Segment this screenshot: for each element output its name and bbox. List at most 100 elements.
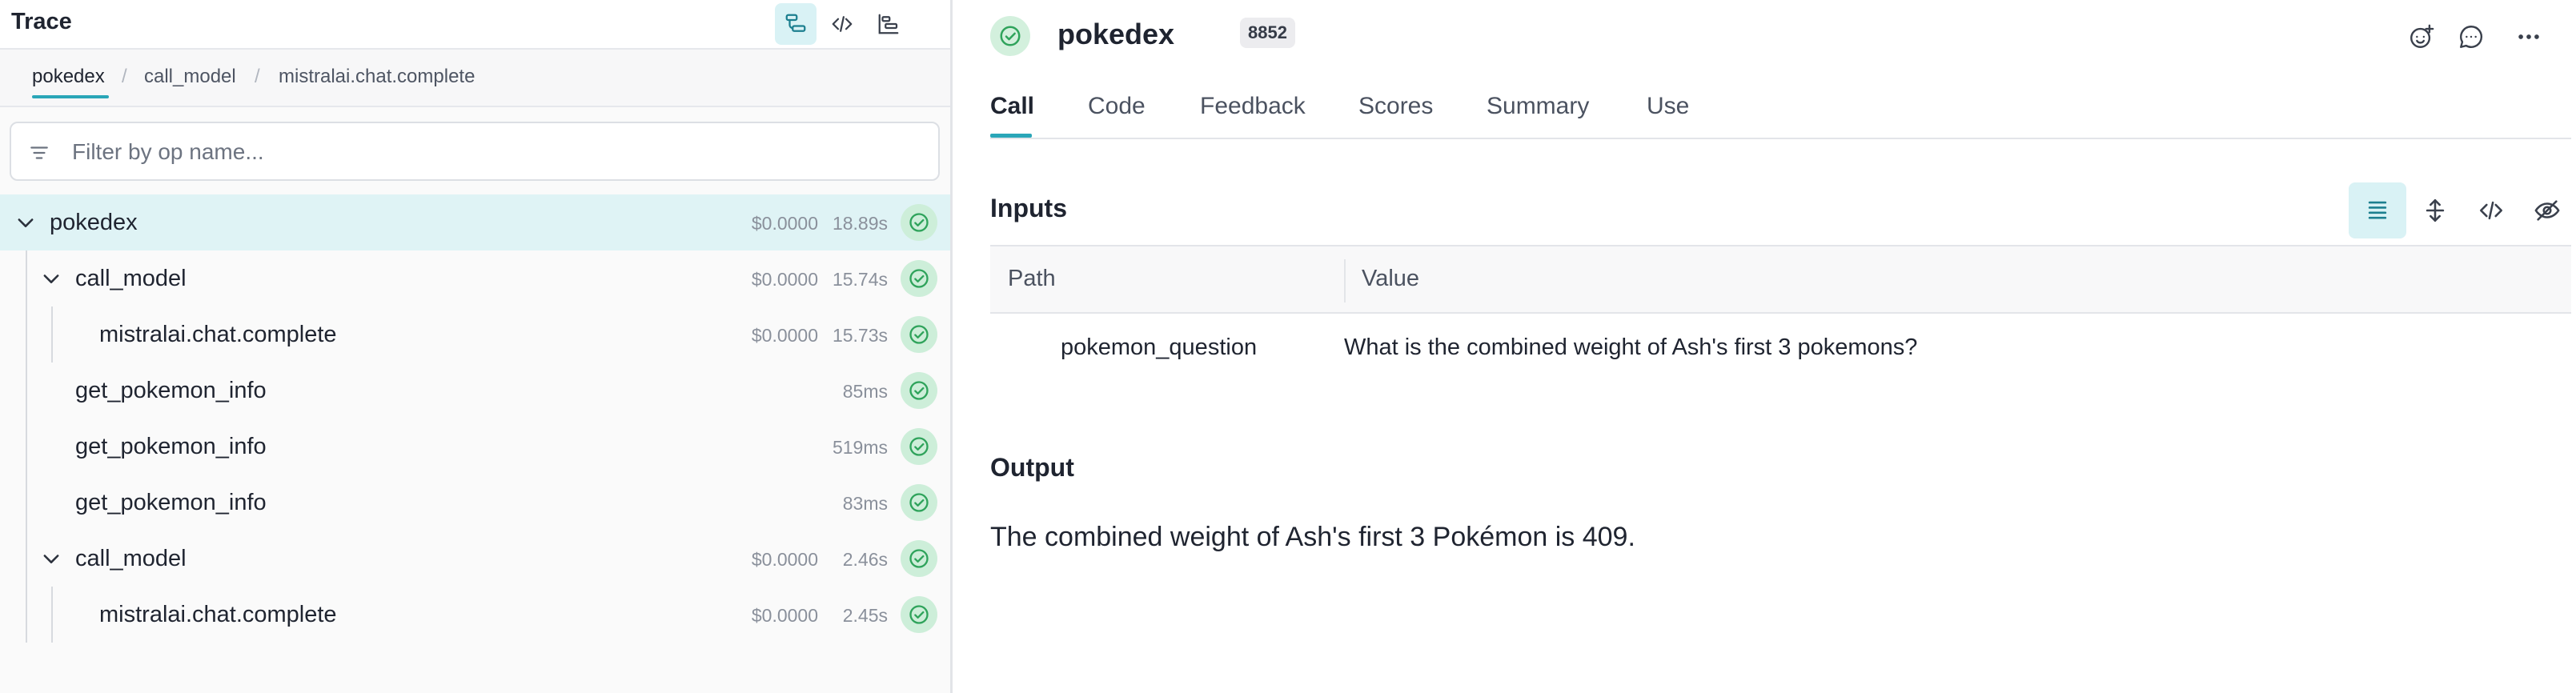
filter-icon bbox=[30, 146, 48, 159]
trace-row-mistralai-chat-complete[interactable]: mistralai.chat.complete $0.0000 2.45s bbox=[0, 587, 950, 643]
trace-row-duration: 15.73s bbox=[832, 325, 888, 346]
tab-scores[interactable]: Scores bbox=[1358, 93, 1433, 120]
list-view-icon bbox=[2368, 201, 2387, 219]
expand-rows-button[interactable] bbox=[2406, 182, 2464, 238]
chevron-down-icon[interactable] bbox=[40, 267, 62, 290]
comment-button[interactable] bbox=[2455, 21, 2487, 53]
breadcrumb-item-call-model[interactable]: call_model bbox=[144, 66, 236, 88]
json-code-icon bbox=[2479, 201, 2503, 220]
trace-row-name: pokedex bbox=[50, 210, 138, 235]
trace-row-call-model[interactable]: call_model $0.0000 15.74s bbox=[0, 250, 950, 306]
trace-row-cost: $0.0000 bbox=[751, 213, 818, 234]
trace-row-call-model[interactable]: call_model $0.0000 2.46s bbox=[0, 531, 950, 587]
trace-row-name: get_pokemon_info bbox=[75, 490, 267, 515]
trace-tree-button[interactable] bbox=[775, 3, 817, 45]
hide-icon bbox=[2534, 200, 2560, 221]
breadcrumb-item-pokedex[interactable]: pokedex bbox=[32, 66, 105, 88]
status-success-badge bbox=[901, 540, 937, 577]
status-success-badge bbox=[901, 204, 937, 241]
call-tabs: Call Code Feedback Scores Summary Use bbox=[990, 77, 2571, 139]
tab-use[interactable]: Use bbox=[1647, 93, 1689, 120]
call-id-badge[interactable]: 8852 bbox=[1240, 18, 1295, 48]
tab-call[interactable]: Call bbox=[990, 93, 1034, 120]
trace-row-name: get_pokemon_info bbox=[75, 378, 267, 403]
check-circle-icon bbox=[1000, 26, 1021, 46]
status-success-badge bbox=[901, 428, 937, 465]
column-header-path[interactable]: Path bbox=[1008, 266, 1056, 292]
trace-row-pokedex[interactable]: pokedex $0.0000 18.89s bbox=[0, 194, 950, 250]
tab-feedback[interactable]: Feedback bbox=[1200, 93, 1306, 120]
trace-row-get-pokemon-info[interactable]: get_pokemon_info 519ms bbox=[0, 419, 950, 475]
add-reaction-button[interactable] bbox=[2405, 21, 2438, 53]
tree-guide-line bbox=[26, 531, 27, 587]
json-view-button[interactable] bbox=[2462, 182, 2520, 238]
tree-guide-line bbox=[26, 419, 27, 475]
trace-row-duration: 2.45s bbox=[842, 605, 888, 626]
call-status-badge bbox=[990, 16, 1030, 56]
code-icon bbox=[832, 16, 853, 32]
add-reaction-icon bbox=[2410, 24, 2434, 48]
check-circle-icon bbox=[909, 549, 929, 568]
breadcrumb: pokedex / call_model / mistralai.chat.co… bbox=[0, 50, 950, 107]
trace-row-duration: 15.74s bbox=[832, 269, 888, 290]
column-divider[interactable] bbox=[1344, 259, 1346, 302]
trace-row-get-pokemon-info[interactable]: get_pokemon_info 85ms bbox=[0, 363, 950, 419]
tree-guide-line bbox=[26, 475, 27, 531]
tab-code[interactable]: Code bbox=[1088, 93, 1146, 120]
trace-row-duration: 83ms bbox=[842, 493, 888, 514]
trace-tree-icon bbox=[785, 14, 806, 32]
more-icon bbox=[2518, 34, 2539, 39]
active-tab-indicator bbox=[990, 134, 1032, 138]
trace-title: Trace bbox=[11, 9, 72, 34]
trace-row-cost: $0.0000 bbox=[751, 549, 818, 570]
check-circle-icon bbox=[909, 605, 929, 624]
input-value-cell: What is the combined weight of Ash's fir… bbox=[1344, 334, 1918, 360]
comment-icon bbox=[2460, 26, 2483, 48]
status-success-badge bbox=[901, 484, 937, 521]
tree-guide-line bbox=[26, 363, 27, 419]
breadcrumb-active-indicator bbox=[32, 95, 109, 98]
chevron-down-icon[interactable] bbox=[14, 211, 37, 234]
output-text: The combined weight of Ash's first 3 Pok… bbox=[990, 522, 1635, 552]
list-view-button[interactable] bbox=[2349, 182, 2406, 238]
breadcrumb-item-mistralai-chat-complete[interactable]: mistralai.chat.complete bbox=[279, 66, 475, 88]
trace-row-get-pokemon-info[interactable]: get_pokemon_info 83ms bbox=[0, 475, 950, 531]
check-circle-icon bbox=[909, 325, 929, 344]
trace-row-name: call_model bbox=[75, 546, 187, 571]
code-view-button[interactable] bbox=[821, 3, 863, 45]
call-detail-panel: pokedex 8852 Call Code Feedback Scores S… bbox=[955, 0, 2576, 693]
chevron-down-icon[interactable] bbox=[40, 547, 62, 570]
call-title: pokedex bbox=[1057, 18, 1175, 50]
status-success-badge bbox=[901, 372, 937, 409]
status-success-badge bbox=[901, 260, 937, 297]
tree-guide-line bbox=[51, 587, 53, 643]
trace-header: Trace bbox=[0, 0, 950, 50]
trace-row-name: mistralai.chat.complete bbox=[99, 322, 337, 347]
status-success-badge bbox=[901, 316, 937, 353]
trace-panel: Trace pokedex / call_model / mistralai.c… bbox=[0, 0, 953, 693]
trace-row-mistralai-chat-complete[interactable]: mistralai.chat.complete $0.0000 15.73s bbox=[0, 306, 950, 363]
trace-row-cost: $0.0000 bbox=[751, 605, 818, 626]
output-section-title: Output bbox=[990, 453, 1074, 482]
input-path-cell: pokemon_question bbox=[1061, 334, 1258, 360]
filter-input[interactable] bbox=[72, 134, 921, 170]
breadcrumb-separator: / bbox=[122, 66, 127, 87]
more-options-button[interactable] bbox=[2513, 21, 2545, 53]
timeline-icon bbox=[878, 14, 899, 34]
trace-row-cost: $0.0000 bbox=[751, 325, 818, 346]
tree-guide-line bbox=[26, 250, 27, 306]
check-circle-icon bbox=[909, 381, 929, 400]
hide-hidden-button[interactable] bbox=[2518, 182, 2576, 238]
timeline-view-button[interactable] bbox=[868, 3, 909, 45]
check-circle-icon bbox=[909, 213, 929, 232]
column-header-value[interactable]: Value bbox=[1362, 266, 1419, 292]
check-circle-icon bbox=[909, 269, 929, 288]
inputs-section-title: Inputs bbox=[990, 194, 1067, 222]
tree-guide-line bbox=[26, 587, 27, 643]
trace-row-name: get_pokemon_info bbox=[75, 434, 267, 459]
trace-row-duration: 2.46s bbox=[842, 549, 888, 570]
trace-row-name: call_model bbox=[75, 266, 187, 291]
inputs-table-header: Path Value bbox=[990, 245, 2571, 314]
tab-summary[interactable]: Summary bbox=[1487, 93, 1589, 120]
tree-guide-line bbox=[26, 306, 27, 363]
